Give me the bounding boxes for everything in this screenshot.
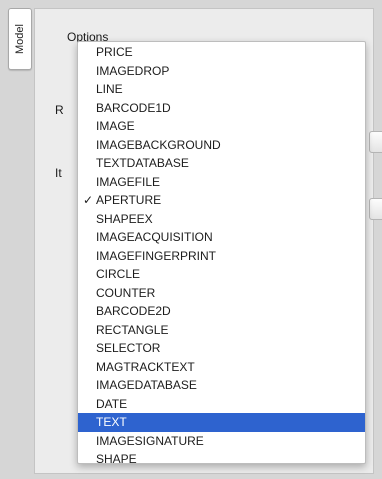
menu-item-label: RECTANGLE <box>96 322 169 337</box>
model-tab[interactable]: Model <box>8 8 32 70</box>
menu-item-label: IMAGEBACKGROUND <box>96 137 221 152</box>
menu-item-label: DATE <box>96 396 128 411</box>
menu-item[interactable]: IMAGESIGNATURE <box>78 432 365 451</box>
type-dropdown-menu[interactable]: PRICE IMAGEDROP LINE BARCODE1D IMAGE IMA… <box>77 41 366 466</box>
menu-item-label: IMAGE <box>96 119 135 133</box>
menu-item[interactable]: IMAGEFILE <box>78 173 365 192</box>
menu-item[interactable]: DATE <box>78 395 365 414</box>
model-tab-label: Model <box>14 24 26 54</box>
menu-item[interactable]: BARCODE2D <box>78 302 365 321</box>
menu-item-checked[interactable]: ✓ APERTURE <box>78 191 365 210</box>
field-label-it: It <box>55 166 62 180</box>
menu-item[interactable]: IMAGEDROP <box>78 62 365 81</box>
menu-item[interactable]: RECTANGLE <box>78 321 365 340</box>
menu-item-label: IMAGEFINGERPRINT <box>96 248 217 263</box>
menu-item-label: TEXT <box>96 415 127 429</box>
menu-item-label: BARCODE2D <box>96 304 171 318</box>
menu-item-label: MAGTRACKTEXT <box>96 359 195 374</box>
menu-item[interactable]: IMAGE <box>78 117 365 136</box>
menu-item[interactable]: SHAPEEX <box>78 210 365 229</box>
menu-item[interactable]: PRICE <box>78 43 365 62</box>
select-edge-2[interactable] <box>369 198 382 220</box>
menu-item-label: BARCODE1D <box>96 100 171 115</box>
menu-item[interactable]: COUNTER <box>78 284 365 303</box>
menu-item[interactable]: TEXTDATABASE <box>78 154 365 173</box>
menu-item-label: IMAGESIGNATURE <box>96 433 204 448</box>
menu-item-highlighted[interactable]: TEXT <box>78 413 365 432</box>
menu-item-label: IMAGEDATABASE <box>96 378 197 392</box>
menu-item-label: APERTURE <box>96 193 162 207</box>
select-edge-1[interactable] <box>369 131 382 153</box>
menu-item-label: SHAPEEX <box>96 211 153 226</box>
menu-item-label: IMAGEFILE <box>96 174 161 189</box>
menu-item[interactable]: IMAGEACQUISITION <box>78 228 365 247</box>
menu-item[interactable]: MAGTRACKTEXT <box>78 358 365 377</box>
field-label-r: R <box>55 103 64 117</box>
menu-item-label: IMAGEDROP <box>96 63 170 78</box>
menu-item[interactable]: IMAGEFINGERPRINT <box>78 247 365 266</box>
menu-item[interactable]: BARCODE1D <box>78 99 365 118</box>
menu-item-label: SHAPE <box>96 452 137 466</box>
menu-item[interactable]: IMAGEDATABASE <box>78 376 365 395</box>
menu-item-label: LINE <box>96 82 123 96</box>
menu-item-label: IMAGEACQUISITION <box>96 230 213 244</box>
menu-item-label: SELECTOR <box>96 341 161 355</box>
menu-item-label: COUNTER <box>96 285 156 300</box>
menu-item-label: CIRCLE <box>96 267 141 281</box>
checkmark-icon: ✓ <box>83 193 94 207</box>
menu-item-label: PRICE <box>96 45 133 59</box>
menu-item-label: TEXTDATABASE <box>96 156 189 170</box>
menu-item[interactable]: SHAPE <box>78 450 365 469</box>
menu-item[interactable]: SELECTOR <box>78 339 365 358</box>
menu-item[interactable]: CIRCLE <box>78 265 365 284</box>
menu-item[interactable]: LINE <box>78 80 365 99</box>
menu-item[interactable]: IMAGEBACKGROUND <box>78 136 365 155</box>
